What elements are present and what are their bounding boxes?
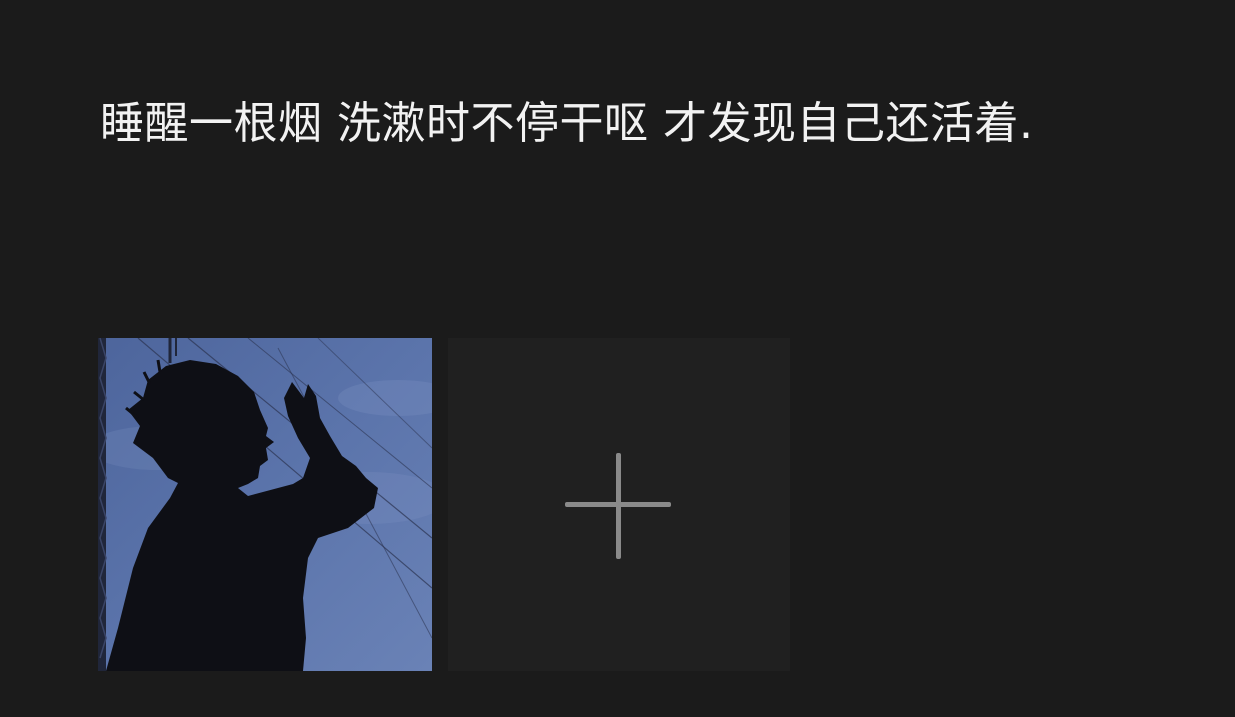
add-image-button[interactable] bbox=[448, 338, 790, 671]
attached-photo[interactable] bbox=[98, 338, 432, 671]
silhouette-photo-image bbox=[98, 338, 432, 671]
post-text[interactable]: 睡醒一根烟 洗漱时不停干呕 才发现自己还活着. bbox=[100, 88, 1130, 160]
post-editor: 睡醒一根烟 洗漱时不停干呕 才发现自己还活着. bbox=[0, 0, 1235, 717]
